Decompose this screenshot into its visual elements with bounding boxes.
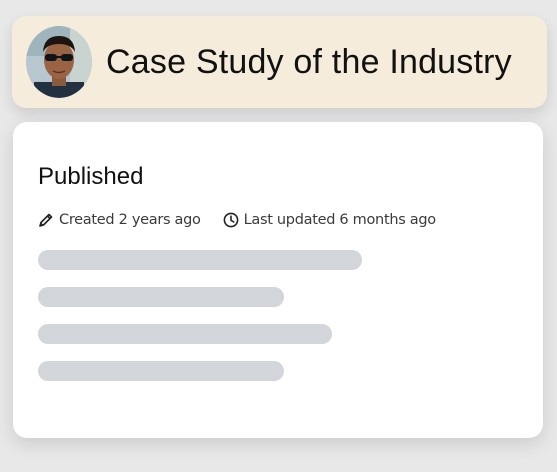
skeleton-line (38, 287, 284, 307)
skeleton-line (38, 361, 284, 381)
updated-text: Last updated 6 months ago (243, 212, 437, 228)
pencil-icon (39, 213, 53, 227)
meta-row: Created 2 years ago Last updated 6 month… (38, 212, 519, 228)
updated-meta: Last updated 6 months ago (223, 212, 436, 228)
page-title: Case Study of the Industry (106, 42, 512, 81)
created-text: Created 2 years ago (59, 212, 201, 228)
avatar (26, 26, 92, 98)
clock-icon (223, 212, 239, 228)
page: Case Study of the Industry Published Cre… (0, 0, 557, 472)
skeleton-line (38, 250, 362, 270)
skeleton-line (38, 324, 332, 344)
status-heading: Published (38, 163, 144, 190)
skeleton-list (38, 250, 519, 381)
header-card: Case Study of the Industry (12, 16, 547, 108)
created-meta: Created 2 years ago (38, 212, 201, 228)
content-card: Published Created 2 years ago Last updat… (13, 122, 543, 438)
